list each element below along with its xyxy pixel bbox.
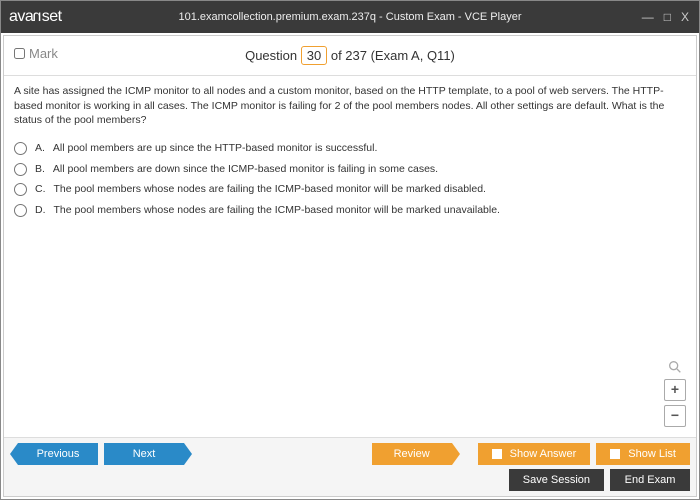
checkbox-icon <box>492 449 502 459</box>
question-label: Question <box>245 48 297 63</box>
choice-letter: A. <box>35 141 45 156</box>
zoom-out-button[interactable]: − <box>664 405 686 427</box>
choice-letter: D. <box>35 203 46 218</box>
review-button[interactable]: Review <box>372 443 452 465</box>
choice-radio-b[interactable] <box>14 163 27 176</box>
choice-text: All pool members are down since the ICMP… <box>53 162 438 177</box>
question-rest: of 237 (Exam A, Q11) <box>327 48 455 63</box>
choice-b[interactable]: B. All pool members are down since the I… <box>14 159 686 180</box>
choice-letter: B. <box>35 162 45 177</box>
end-exam-button[interactable]: End Exam <box>610 469 690 491</box>
choice-radio-c[interactable] <box>14 183 27 196</box>
question-stem: A site has assigned the ICMP monitor to … <box>14 84 686 128</box>
choice-a[interactable]: A. All pool members are up since the HTT… <box>14 138 686 159</box>
choice-radio-d[interactable] <box>14 204 27 217</box>
footer: Previous Next Review Show Answer Show Li… <box>4 437 696 496</box>
window-controls: — □ X <box>640 10 691 24</box>
titlebar: avanset 101.examcollection.premium.exam.… <box>1 1 699 33</box>
magnifier-icon[interactable] <box>667 359 683 375</box>
minimize-icon[interactable]: — <box>640 10 656 24</box>
show-list-button[interactable]: Show List <box>596 443 690 465</box>
zoom-controls: + − <box>664 359 686 427</box>
choice-c[interactable]: C. The pool members whose nodes are fail… <box>14 179 686 200</box>
choice-letter: C. <box>35 182 46 197</box>
mark-label: Mark <box>29 46 58 61</box>
question-number: 30 <box>301 46 327 65</box>
choice-d[interactable]: D. The pool members whose nodes are fail… <box>14 200 686 221</box>
mark-checkbox-wrap[interactable]: Mark <box>14 46 58 61</box>
save-session-button[interactable]: Save Session <box>509 469 604 491</box>
maximize-icon[interactable]: □ <box>662 10 673 24</box>
choice-text: All pool members are up since the HTTP-b… <box>53 141 377 156</box>
checkbox-icon <box>610 449 620 459</box>
choice-radio-a[interactable] <box>14 142 27 155</box>
show-answer-button[interactable]: Show Answer <box>478 443 591 465</box>
close-icon[interactable]: X <box>679 10 691 24</box>
question-body: A site has assigned the ICMP monitor to … <box>4 76 696 437</box>
previous-button[interactable]: Previous <box>18 443 98 465</box>
zoom-in-button[interactable]: + <box>664 379 686 401</box>
footer-row-2: Save Session End Exam <box>10 469 690 491</box>
choice-text: The pool members whose nodes are failing… <box>54 182 486 197</box>
content-area: Mark Question 30 of 237 (Exam A, Q11) A … <box>3 35 697 497</box>
footer-row-1: Previous Next Review Show Answer Show Li… <box>10 443 690 465</box>
choice-text: The pool members whose nodes are failing… <box>54 203 500 218</box>
logo: avanset <box>9 8 62 26</box>
next-button[interactable]: Next <box>104 443 184 465</box>
window-title: 101.examcollection.premium.exam.237q - C… <box>179 11 522 23</box>
mark-checkbox[interactable] <box>14 48 25 59</box>
question-header: Mark Question 30 of 237 (Exam A, Q11) <box>4 36 696 76</box>
